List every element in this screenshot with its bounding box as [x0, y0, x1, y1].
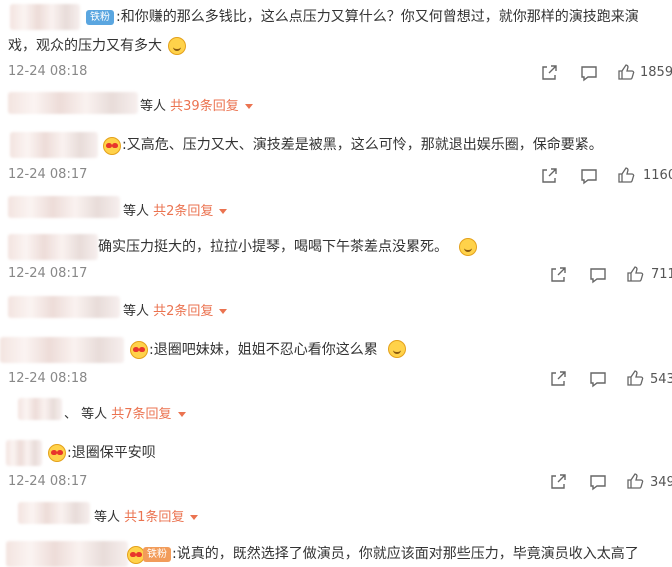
comment-time: 12-24 08:17 — [8, 474, 88, 489]
chevron-down-icon — [177, 412, 186, 417]
chevron-down-icon — [219, 209, 228, 214]
replies-toggle[interactable]: 等人 共2条回复 — [123, 200, 228, 219]
heart-eyes-emoji-icon — [103, 137, 121, 155]
reply-avatars — [8, 196, 120, 218]
like-icon[interactable] — [617, 166, 635, 184]
comment-text: :退圈吧妹妹，姐姐不忍心看你这么累 — [149, 342, 378, 358]
share-icon[interactable] — [549, 266, 567, 284]
reply-avatars — [18, 502, 90, 524]
emoji-icon — [168, 37, 186, 55]
comment-time: 12-24 08:17 — [8, 167, 88, 182]
like-icon[interactable] — [626, 472, 644, 490]
like-count: 711 — [651, 267, 672, 282]
share-icon[interactable] — [549, 370, 567, 388]
fan-badge: 铁粉 — [143, 547, 171, 562]
like-icon[interactable] — [617, 63, 635, 81]
fan-badge: 铁粉 — [86, 10, 114, 25]
sad-emoji-icon — [388, 340, 406, 358]
comment-text: 戏，观众的压力又有多大 — [8, 38, 162, 54]
heart-eyes-emoji-icon — [130, 341, 148, 359]
reply-avatars — [8, 92, 138, 114]
share-icon[interactable] — [540, 167, 558, 185]
comment-text: :退圈保平安呗 — [67, 445, 156, 461]
comment-icon[interactable] — [589, 266, 607, 284]
commenter-name[interactable] — [6, 541, 128, 567]
comment-icon[interactable] — [580, 64, 598, 82]
like-count: 543 — [650, 372, 672, 387]
comment-text: :说真的，既然选择了做演员，你就应该面对那些压力，毕竟演员收入太高了 — [172, 546, 639, 562]
like-count: 1859 — [640, 65, 672, 80]
like-icon[interactable] — [626, 265, 644, 283]
like-count: 1160 — [643, 168, 672, 183]
comment-text: 确实压力挺大的，拉拉小提琴，喝喝下午茶差点没累死。 — [98, 239, 448, 255]
replies-toggle[interactable]: 等人 共2条回复 — [123, 300, 228, 319]
comment-time: 12-24 08:18 — [8, 64, 88, 79]
chevron-down-icon — [190, 515, 199, 520]
replies-toggle[interactable]: 等人 共39条回复 — [140, 95, 253, 114]
commenter-name[interactable] — [8, 234, 98, 260]
smile-emoji-icon — [459, 238, 477, 256]
share-icon[interactable] — [549, 473, 567, 491]
commenter-name[interactable] — [10, 132, 98, 158]
commenter-name[interactable] — [6, 440, 42, 466]
commenter-name[interactable] — [0, 337, 124, 363]
replies-toggle[interactable]: 、 等人 共7条回复 — [64, 403, 186, 422]
comment-text: :和你赚的那么多钱比，这么点压力又算什么？你又何曾想过，就你那样的演技跑来演 — [116, 9, 639, 25]
comment-icon[interactable] — [589, 370, 607, 388]
comment-text: :又高危、压力又大、演技差是被黑，这么可怜，那就退出娱乐圈，保命要紧。 — [122, 137, 603, 153]
replies-toggle[interactable]: 等人 共1条回复 — [94, 506, 199, 525]
comment-time: 12-24 08:17 — [8, 266, 88, 281]
share-icon[interactable] — [540, 64, 558, 82]
like-icon[interactable] — [626, 369, 644, 387]
commenter-name[interactable] — [10, 4, 80, 30]
comment-time: 12-24 08:18 — [8, 371, 88, 386]
reply-avatars — [8, 296, 120, 318]
chevron-down-icon — [219, 309, 228, 314]
comment-icon[interactable] — [589, 473, 607, 491]
reply-avatars — [18, 398, 62, 420]
like-count: 349 — [650, 475, 672, 490]
comment-icon[interactable] — [580, 167, 598, 185]
chevron-down-icon — [244, 104, 253, 109]
heart-eyes-emoji-icon — [48, 444, 66, 462]
